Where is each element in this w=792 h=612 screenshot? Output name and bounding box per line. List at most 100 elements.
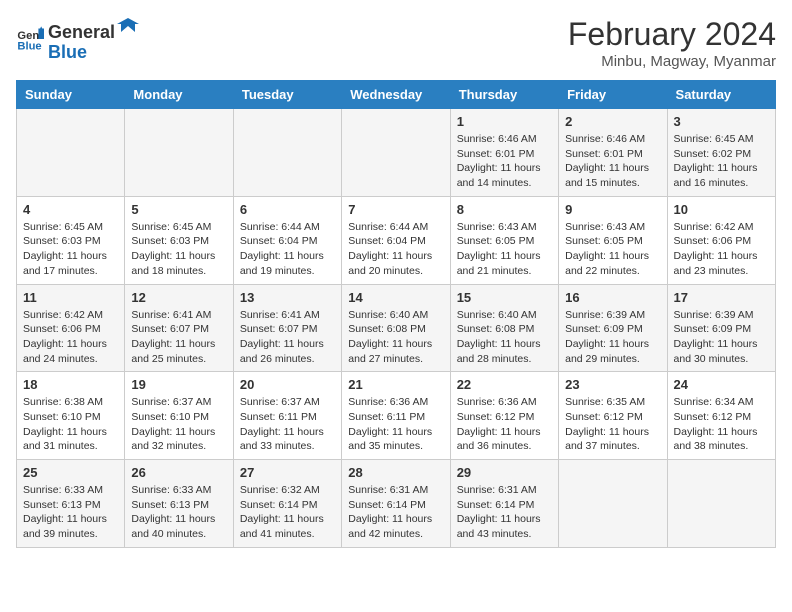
day-info: Sunrise: 6:45 AM Sunset: 6:03 PM Dayligh… xyxy=(131,220,226,279)
header-cell-sunday: Sunday xyxy=(17,81,125,109)
day-info: Sunrise: 6:32 AM Sunset: 6:14 PM Dayligh… xyxy=(240,483,335,542)
day-info: Sunrise: 6:31 AM Sunset: 6:14 PM Dayligh… xyxy=(457,483,552,542)
day-info: Sunrise: 6:43 AM Sunset: 6:05 PM Dayligh… xyxy=(565,220,660,279)
day-info: Sunrise: 6:34 AM Sunset: 6:12 PM Dayligh… xyxy=(674,395,769,454)
day-cell: 24 Sunrise: 6:34 AM Sunset: 6:12 PM Dayli… xyxy=(667,372,775,460)
day-info: Sunrise: 6:40 AM Sunset: 6:08 PM Dayligh… xyxy=(457,308,552,367)
day-cell xyxy=(233,109,341,197)
day-cell: 27 Sunrise: 6:32 AM Sunset: 6:14 PM Dayli… xyxy=(233,460,341,548)
day-info: Sunrise: 6:37 AM Sunset: 6:10 PM Dayligh… xyxy=(131,395,226,454)
header: General Blue General Blue February 2024 … xyxy=(16,16,776,70)
day-cell: 12 Sunrise: 6:41 AM Sunset: 6:07 PM Dayli… xyxy=(125,284,233,372)
header-cell-saturday: Saturday xyxy=(667,81,775,109)
day-info: Sunrise: 6:44 AM Sunset: 6:04 PM Dayligh… xyxy=(348,220,443,279)
day-cell: 23Sunrise: 6:35 AM Sunset: 6:12 PM Dayli… xyxy=(559,372,667,460)
day-cell: 29 Sunrise: 6:31 AM Sunset: 6:14 PM Dayli… xyxy=(450,460,558,548)
day-info: Sunrise: 6:44 AM Sunset: 6:04 PM Dayligh… xyxy=(240,220,335,279)
day-number: 11 xyxy=(23,290,118,305)
day-number: 9 xyxy=(565,202,660,217)
day-number: 4 xyxy=(23,202,118,217)
day-number: 16 xyxy=(565,290,660,305)
day-info: Sunrise: 6:41 AM Sunset: 6:07 PM Dayligh… xyxy=(131,308,226,367)
header-cell-friday: Friday xyxy=(559,81,667,109)
day-cell: 3 Sunrise: 6:45 AM Sunset: 6:02 PM Daylig… xyxy=(667,109,775,197)
day-number: 8 xyxy=(457,202,552,217)
day-info: Sunrise: 6:36 AM Sunset: 6:11 PM Dayligh… xyxy=(348,395,443,454)
day-info: Sunrise: 6:42 AM Sunset: 6:06 PM Dayligh… xyxy=(23,308,118,367)
day-number: 7 xyxy=(348,202,443,217)
day-cell: 5 Sunrise: 6:45 AM Sunset: 6:03 PM Daylig… xyxy=(125,196,233,284)
day-info: Sunrise: 6:43 AM Sunset: 6:05 PM Dayligh… xyxy=(457,220,552,279)
header-cell-thursday: Thursday xyxy=(450,81,558,109)
day-cell: 14Sunrise: 6:40 AM Sunset: 6:08 PM Dayli… xyxy=(342,284,450,372)
day-info: Sunrise: 6:40 AM Sunset: 6:08 PM Dayligh… xyxy=(348,308,443,367)
logo: General Blue General Blue xyxy=(16,16,139,63)
day-number: 27 xyxy=(240,465,335,480)
day-number: 26 xyxy=(131,465,226,480)
day-cell: 10Sunrise: 6:42 AM Sunset: 6:06 PM Dayli… xyxy=(667,196,775,284)
calendar-body: 1 Sunrise: 6:46 AM Sunset: 6:01 PM Daylig… xyxy=(17,109,776,548)
day-number: 1 xyxy=(457,114,552,129)
day-cell: 2 Sunrise: 6:46 AM Sunset: 6:01 PM Daylig… xyxy=(559,109,667,197)
day-number: 12 xyxy=(131,290,226,305)
day-info: Sunrise: 6:35 AM Sunset: 6:12 PM Dayligh… xyxy=(565,395,660,454)
subtitle: Minbu, Magway, Myanmar xyxy=(568,53,776,70)
day-number: 18 xyxy=(23,377,118,392)
day-info: Sunrise: 6:46 AM Sunset: 6:01 PM Dayligh… xyxy=(457,132,552,191)
day-info: Sunrise: 6:46 AM Sunset: 6:01 PM Dayligh… xyxy=(565,132,660,191)
week-row-2: 11 Sunrise: 6:42 AM Sunset: 6:06 PM Dayli… xyxy=(17,284,776,372)
day-number: 15 xyxy=(457,290,552,305)
calendar-table: SundayMondayTuesdayWednesdayThursdayFrid… xyxy=(16,80,776,548)
day-info: Sunrise: 6:33 AM Sunset: 6:13 PM Dayligh… xyxy=(23,483,118,542)
day-number: 28 xyxy=(348,465,443,480)
svg-text:Blue: Blue xyxy=(17,41,41,53)
day-cell: 19Sunrise: 6:37 AM Sunset: 6:10 PM Dayli… xyxy=(125,372,233,460)
title-area: February 2024 Minbu, Magway, Myanmar xyxy=(568,16,776,70)
day-info: Sunrise: 6:45 AM Sunset: 6:03 PM Dayligh… xyxy=(23,220,118,279)
day-cell: 11 Sunrise: 6:42 AM Sunset: 6:06 PM Dayli… xyxy=(17,284,125,372)
day-cell: 7 Sunrise: 6:44 AM Sunset: 6:04 PM Daylig… xyxy=(342,196,450,284)
day-cell: 1 Sunrise: 6:46 AM Sunset: 6:01 PM Daylig… xyxy=(450,109,558,197)
day-cell: 18 Sunrise: 6:38 AM Sunset: 6:10 PM Dayli… xyxy=(17,372,125,460)
week-row-4: 25 Sunrise: 6:33 AM Sunset: 6:13 PM Dayli… xyxy=(17,460,776,548)
day-cell: 16 Sunrise: 6:39 AM Sunset: 6:09 PM Dayli… xyxy=(559,284,667,372)
day-cell: 13Sunrise: 6:41 AM Sunset: 6:07 PM Dayli… xyxy=(233,284,341,372)
week-row-3: 18 Sunrise: 6:38 AM Sunset: 6:10 PM Dayli… xyxy=(17,372,776,460)
day-number: 29 xyxy=(457,465,552,480)
day-cell: 8 Sunrise: 6:43 AM Sunset: 6:05 PM Daylig… xyxy=(450,196,558,284)
day-number: 3 xyxy=(674,114,769,129)
day-number: 2 xyxy=(565,114,660,129)
logo-bird-icon xyxy=(117,16,139,38)
day-info: Sunrise: 6:42 AM Sunset: 6:06 PM Dayligh… xyxy=(674,220,769,279)
day-cell: 4 Sunrise: 6:45 AM Sunset: 6:03 PM Daylig… xyxy=(17,196,125,284)
day-info: Sunrise: 6:38 AM Sunset: 6:10 PM Dayligh… xyxy=(23,395,118,454)
header-row: SundayMondayTuesdayWednesdayThursdayFrid… xyxy=(17,81,776,109)
main-title: February 2024 xyxy=(568,16,776,53)
logo-icon: General Blue xyxy=(16,25,44,53)
logo-text-blue: Blue xyxy=(48,42,87,62)
day-info: Sunrise: 6:37 AM Sunset: 6:11 PM Dayligh… xyxy=(240,395,335,454)
day-cell: 20Sunrise: 6:37 AM Sunset: 6:11 PM Dayli… xyxy=(233,372,341,460)
day-cell: 21 Sunrise: 6:36 AM Sunset: 6:11 PM Dayli… xyxy=(342,372,450,460)
day-cell: 22Sunrise: 6:36 AM Sunset: 6:12 PM Dayli… xyxy=(450,372,558,460)
day-cell: 17Sunrise: 6:39 AM Sunset: 6:09 PM Dayli… xyxy=(667,284,775,372)
calendar-header: SundayMondayTuesdayWednesdayThursdayFrid… xyxy=(17,81,776,109)
day-cell xyxy=(125,109,233,197)
day-number: 25 xyxy=(23,465,118,480)
day-cell xyxy=(342,109,450,197)
day-cell xyxy=(559,460,667,548)
day-number: 21 xyxy=(348,377,443,392)
day-info: Sunrise: 6:39 AM Sunset: 6:09 PM Dayligh… xyxy=(674,308,769,367)
day-cell xyxy=(17,109,125,197)
header-cell-wednesday: Wednesday xyxy=(342,81,450,109)
day-cell xyxy=(667,460,775,548)
day-info: Sunrise: 6:33 AM Sunset: 6:13 PM Dayligh… xyxy=(131,483,226,542)
day-number: 24 xyxy=(674,377,769,392)
day-number: 5 xyxy=(131,202,226,217)
day-number: 6 xyxy=(240,202,335,217)
day-cell: 9 Sunrise: 6:43 AM Sunset: 6:05 PM Daylig… xyxy=(559,196,667,284)
day-info: Sunrise: 6:39 AM Sunset: 6:09 PM Dayligh… xyxy=(565,308,660,367)
day-info: Sunrise: 6:31 AM Sunset: 6:14 PM Dayligh… xyxy=(348,483,443,542)
day-info: Sunrise: 6:45 AM Sunset: 6:02 PM Dayligh… xyxy=(674,132,769,191)
header-cell-tuesday: Tuesday xyxy=(233,81,341,109)
